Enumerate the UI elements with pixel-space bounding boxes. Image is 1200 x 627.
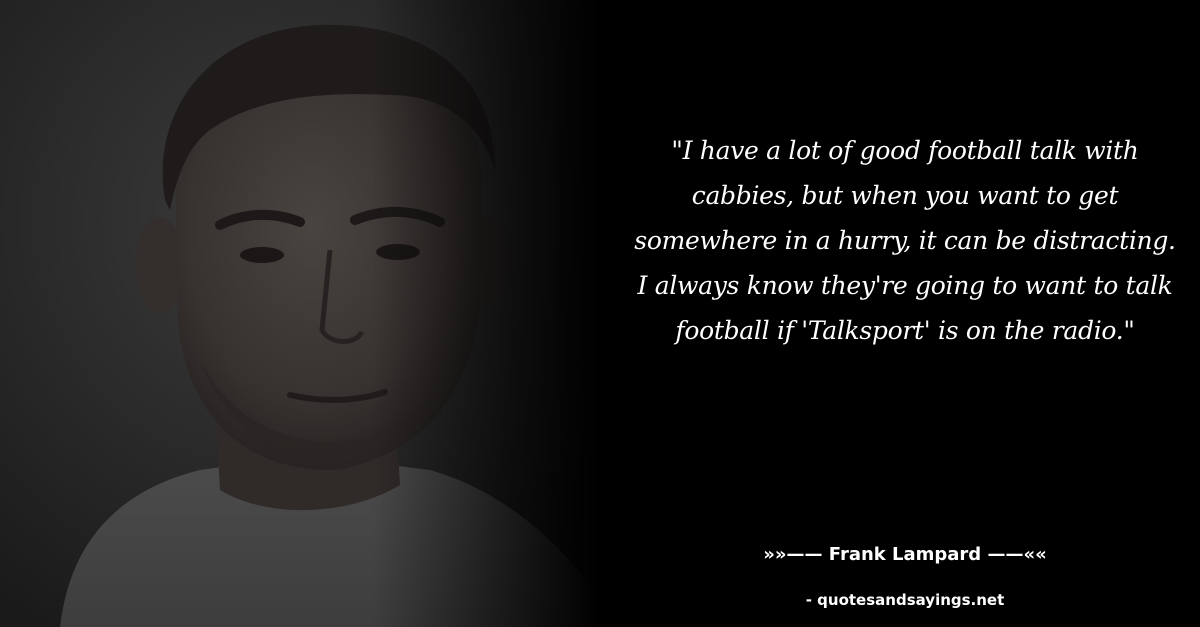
quote-text: "I have a lot of good football talk with… bbox=[634, 136, 1176, 345]
quote-card: "I have a lot of good football talk with… bbox=[0, 0, 1200, 627]
source-label: - quotesandsayings.net bbox=[805, 591, 1005, 609]
photo-fade-overlay bbox=[0, 0, 600, 627]
quote-author: »»—— Frank Lampard ——«« bbox=[763, 544, 1047, 565]
portrait-photo bbox=[0, 0, 600, 627]
